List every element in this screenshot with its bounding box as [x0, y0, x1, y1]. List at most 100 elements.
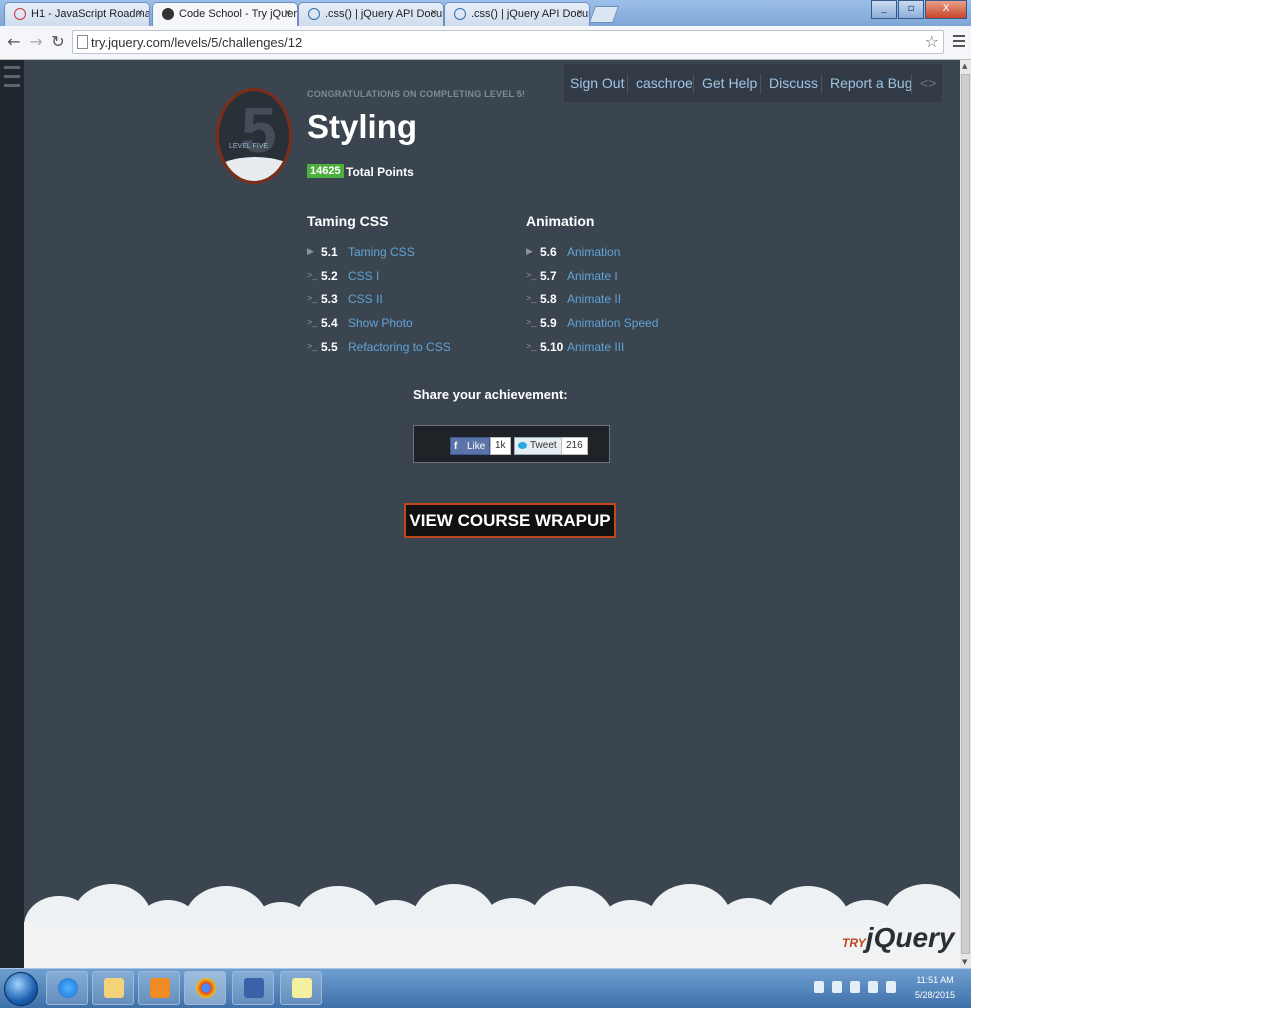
tab-jquery-api-css[interactable]: .css() | jQuery API Docume ×	[298, 2, 444, 26]
maximize-button[interactable]: ▫	[898, 0, 924, 19]
taskbar-chrome[interactable]	[184, 971, 226, 1005]
scroll-up-icon[interactable]: ▲	[962, 62, 967, 70]
level-title: Styling	[307, 108, 418, 145]
prompt-icon: >_	[526, 341, 537, 351]
challenge-title[interactable]: Animate I	[567, 269, 618, 283]
windows-taskbar: 11:51 AM 5/28/2015	[0, 968, 971, 1008]
code-toggle-icon[interactable]: <>	[920, 75, 936, 91]
back-arrow-icon[interactable]: ←	[4, 32, 24, 52]
play-icon: ▶	[307, 246, 314, 256]
nav-divider	[760, 74, 761, 94]
discuss-link[interactable]: Discuss	[769, 75, 818, 91]
page-icon	[77, 35, 88, 49]
scroll-down-icon[interactable]: ▼	[962, 958, 967, 966]
nav-divider	[627, 74, 628, 94]
user-link[interactable]: caschroe	[636, 75, 693, 91]
get-help-link[interactable]: Get Help	[702, 75, 757, 91]
challenge-number: 5.6	[540, 245, 557, 259]
menu-icon[interactable]	[953, 35, 965, 50]
bookmark-star-icon[interactable]: ☆	[925, 32, 939, 51]
prompt-icon: >_	[526, 293, 537, 303]
scroll-thumb[interactable]	[961, 74, 970, 954]
chrome-icon	[196, 978, 216, 998]
challenge-title[interactable]: Refactoring to CSS	[348, 340, 451, 354]
tray-display-icon[interactable]	[850, 981, 860, 993]
tab-label: .css() | jQuery API Docume	[325, 8, 443, 20]
logo-jquery-text: jQuery	[865, 922, 955, 953]
challenge-number: 5.1	[321, 245, 338, 259]
challenge-title[interactable]: Show Photo	[348, 316, 413, 330]
challenge-title[interactable]: CSS II	[348, 292, 383, 306]
tab-label: H1 - JavaScript Roadmap	[31, 8, 150, 20]
close-tab-icon[interactable]: ×	[431, 7, 437, 19]
media-player-icon	[150, 978, 170, 998]
tweet-button[interactable]: Tweet	[514, 437, 562, 455]
congrats-text: CONGRATULATIONS ON COMPLETING LEVEL 5!	[307, 89, 526, 99]
nav-divider	[821, 74, 822, 94]
internet-explorer-icon	[58, 978, 78, 998]
share-box: Like 1k Tweet 216	[413, 425, 610, 463]
tray-app-icon[interactable]	[814, 981, 824, 993]
side-panel-toggle[interactable]	[0, 60, 24, 968]
challenge-title[interactable]: CSS I	[348, 269, 379, 283]
tweet-count: 216	[561, 437, 588, 455]
challenge-number: 5.4	[321, 316, 338, 330]
forward-arrow-icon[interactable]: →	[26, 32, 46, 52]
cloud-footer	[24, 880, 960, 968]
browser-toolbar: ← → ↻ try.jquery.com/levels/5/challenges…	[0, 26, 971, 60]
close-tab-icon[interactable]: ×	[285, 7, 291, 19]
reload-icon[interactable]: ↻	[48, 32, 68, 52]
close-tab-icon[interactable]: ×	[137, 7, 143, 19]
tab-try-jquery[interactable]: Code School - Try jQuery ×	[152, 2, 298, 26]
taskbar-internet-explorer[interactable]	[46, 971, 88, 1005]
close-window-button[interactable]: X	[925, 0, 967, 19]
challenge-title[interactable]: Animation	[567, 245, 620, 259]
folder-icon	[104, 978, 124, 998]
vertical-scrollbar[interactable]: ▲ ▼	[960, 60, 971, 968]
start-button[interactable]	[4, 972, 38, 1006]
nav-divider	[693, 74, 694, 94]
tray-network-icon[interactable]	[832, 981, 842, 993]
view-course-wrapup-button[interactable]: VIEW COURSE WRAPUP	[404, 503, 616, 538]
badge-number: 5	[241, 94, 277, 166]
challenge-title[interactable]: Taming CSS	[348, 245, 415, 259]
tab-jquery-api-css-2[interactable]: .css() | jQuery API Docume ×	[444, 2, 590, 26]
points-label: Total Points	[346, 165, 414, 179]
level-badge: 5 LEVEL FIVE	[216, 88, 292, 184]
challenge-title[interactable]: Animate III	[567, 340, 624, 354]
taskbar-remote-app[interactable]	[232, 971, 274, 1005]
taskbar-media-player[interactable]	[138, 971, 180, 1005]
share-heading: Share your achievement:	[413, 387, 568, 402]
prompt-icon: >_	[526, 317, 537, 327]
jquery-favicon-icon	[308, 8, 320, 20]
prompt-icon: >_	[526, 270, 537, 280]
tab-label: .css() | jQuery API Docume	[471, 8, 589, 20]
taskbar-clock[interactable]: 11:51 AM 5/28/2015	[910, 973, 960, 1003]
close-tab-icon[interactable]: ×	[577, 7, 583, 19]
tray-flag-icon[interactable]	[868, 981, 878, 993]
prompt-icon: >_	[307, 341, 318, 351]
prompt-icon: >_	[307, 317, 318, 327]
tab-label: Code School - Try jQuery	[179, 8, 298, 20]
taskbar-file-explorer[interactable]	[92, 971, 134, 1005]
new-tab-button[interactable]	[588, 6, 620, 23]
prompt-icon: >_	[307, 293, 318, 303]
taskbar-notepad[interactable]	[280, 971, 322, 1005]
section-title-taming-css: Taming CSS	[307, 213, 389, 229]
browser-window: H1 - JavaScript Roadmap × Code School - …	[0, 0, 971, 1008]
challenge-number: 5.10	[540, 340, 564, 354]
prompt-icon: >_	[307, 270, 318, 280]
badge-cloud	[219, 157, 289, 181]
clock-date: 5/28/2015	[914, 990, 956, 1000]
sign-out-link[interactable]: Sign Out	[570, 75, 624, 91]
facebook-like-button[interactable]: Like	[450, 437, 491, 456]
tab-javascript-roadmap[interactable]: H1 - JavaScript Roadmap ×	[4, 2, 150, 26]
challenge-title[interactable]: Animate II	[567, 292, 621, 306]
tray-volume-icon[interactable]	[886, 981, 896, 993]
address-bar[interactable]: try.jquery.com/levels/5/challenges/12 ☆	[72, 30, 944, 54]
minimize-button[interactable]: _	[871, 0, 897, 19]
challenge-number: 5.5	[321, 340, 338, 354]
challenge-title[interactable]: Animation Speed	[567, 316, 658, 330]
url-text[interactable]: try.jquery.com/levels/5/challenges/12	[91, 35, 302, 50]
report-bug-link[interactable]: Report a Bug	[830, 75, 913, 91]
